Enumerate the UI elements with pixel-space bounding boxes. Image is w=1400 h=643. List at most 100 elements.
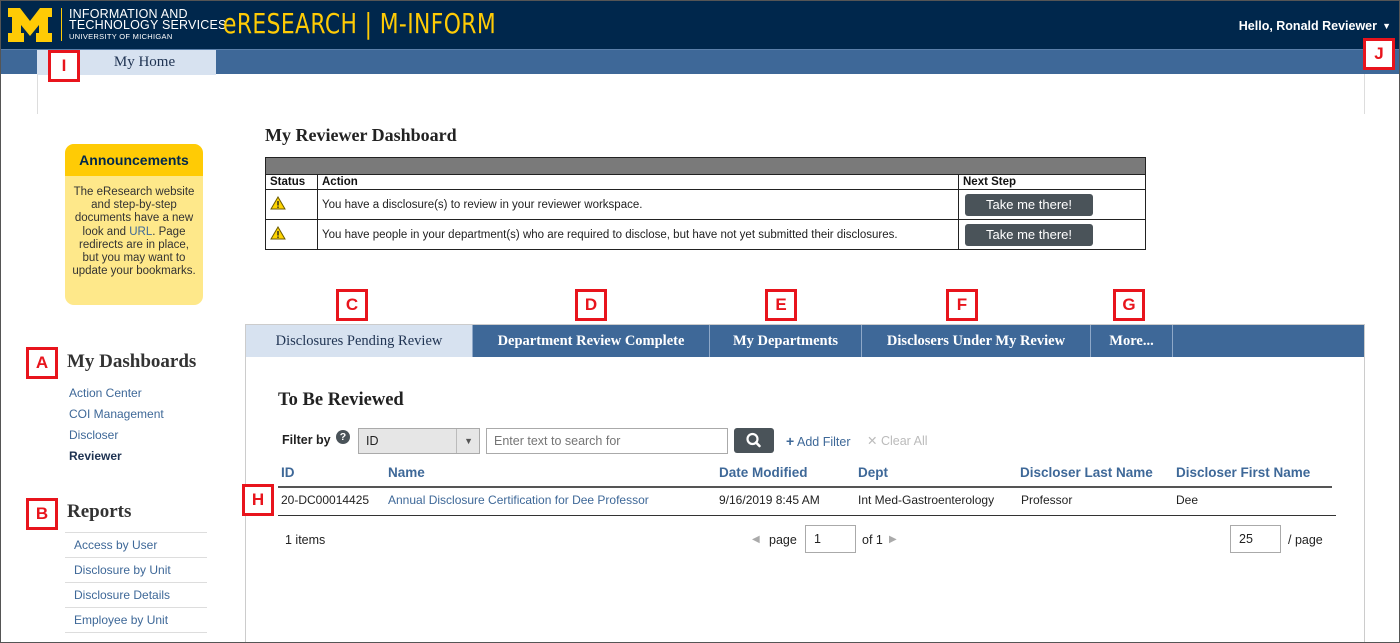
sidebar-link-reviewer[interactable]: Reviewer bbox=[69, 449, 122, 463]
my-dashboards-heading: My Dashboards bbox=[67, 351, 197, 372]
callout-marker-g: G bbox=[1113, 289, 1145, 321]
divider bbox=[278, 486, 1332, 488]
announcement-url-link[interactable]: URL bbox=[129, 226, 152, 238]
column-header-name[interactable]: Name bbox=[388, 465, 425, 480]
take-me-there-button[interactable]: Take me there! bbox=[965, 223, 1093, 246]
callout-marker-c: C bbox=[336, 289, 368, 321]
column-header-id[interactable]: ID bbox=[281, 465, 295, 480]
column-header-discloser-first-name[interactable]: Discloser First Name bbox=[1176, 465, 1310, 480]
row-discloser-last-name: Professor bbox=[1021, 493, 1073, 507]
column-header-discloser-last-name[interactable]: Discloser Last Name bbox=[1020, 465, 1153, 480]
callout-marker-d: D bbox=[575, 289, 607, 321]
chevron-left-icon[interactable]: ◀ bbox=[752, 534, 760, 545]
divider bbox=[278, 515, 1336, 516]
sidebar-link-coi-management[interactable]: COI Management bbox=[69, 407, 164, 421]
row-id: 20-DC00014425 bbox=[281, 493, 370, 507]
next-step-cell: Take me there! bbox=[958, 189, 1146, 220]
sidebar-link-action-center[interactable]: Action Center bbox=[69, 386, 142, 400]
warning-icon bbox=[270, 226, 286, 240]
page-frame: INFORMATION AND TECHNOLOGY SERVICES UNIV… bbox=[0, 0, 1400, 643]
warning-icon bbox=[270, 196, 286, 210]
page-total: of 1 bbox=[862, 533, 883, 547]
callout-marker-b: B bbox=[26, 498, 58, 530]
row-discloser-first-name: Dee bbox=[1176, 493, 1199, 507]
per-page-input[interactable]: 25 bbox=[1230, 525, 1281, 553]
workspace-panel: Disclosures Pending Review Department Re… bbox=[245, 324, 1365, 642]
to-be-reviewed-title: To Be Reviewed bbox=[278, 390, 404, 410]
callout-marker-f: F bbox=[946, 289, 978, 321]
table-header-bar bbox=[265, 157, 1146, 175]
plus-icon: + bbox=[786, 433, 795, 449]
status-cell bbox=[265, 189, 318, 220]
filter-field-select[interactable]: ID ▼ bbox=[358, 428, 480, 454]
divider bbox=[456, 429, 457, 453]
its-line2: TECHNOLOGY SERVICES bbox=[69, 18, 227, 32]
page-number-input[interactable]: 1 bbox=[805, 525, 856, 553]
reviewer-dashboard-title: My Reviewer Dashboard bbox=[265, 125, 457, 145]
callout-marker-e: E bbox=[765, 289, 797, 321]
action-text: You have people in your department(s) wh… bbox=[317, 219, 959, 250]
clear-all-button[interactable]: ✕ Clear All bbox=[867, 433, 928, 448]
column-header-dept[interactable]: Dept bbox=[858, 465, 888, 480]
callout-marker-a: A bbox=[26, 347, 58, 379]
per-page-label: / page bbox=[1288, 533, 1323, 547]
report-link-disclosure-details[interactable]: Disclosure Details bbox=[65, 583, 207, 608]
announcements-title: Announcements bbox=[65, 144, 203, 176]
content-border bbox=[1364, 74, 1365, 114]
report-link-employee-by-unit[interactable]: Employee by Unit bbox=[65, 608, 207, 633]
app-header: INFORMATION AND TECHNOLOGY SERVICES UNIV… bbox=[1, 1, 1399, 49]
report-link-disclosure-by-unit[interactable]: Disclosure by Unit bbox=[65, 558, 207, 583]
action-text: You have a disclosure(s) to review in yo… bbox=[317, 189, 959, 220]
row-name-link[interactable]: Annual Disclosure Certification for Dee … bbox=[388, 493, 649, 507]
tab-department-review-complete[interactable]: Department Review Complete bbox=[473, 325, 710, 357]
next-step-cell: Take me there! bbox=[958, 219, 1146, 250]
chevron-right-icon[interactable]: ▶ bbox=[889, 534, 897, 545]
row-dept: Int Med-Gastroenterology bbox=[858, 493, 995, 507]
tab-my-departments[interactable]: My Departments bbox=[710, 325, 862, 357]
logo-divider bbox=[61, 8, 62, 41]
column-header-next-step: Next Step bbox=[958, 174, 1146, 190]
clear-all-label: Clear All bbox=[880, 434, 928, 448]
reports-heading: Reports bbox=[67, 501, 132, 522]
table-row: You have a disclosure(s) to review in yo… bbox=[265, 189, 1146, 220]
top-nav: My Home bbox=[1, 49, 1399, 75]
help-icon[interactable]: ? bbox=[336, 430, 350, 444]
add-filter-button[interactable]: + Add Filter bbox=[786, 433, 850, 449]
tab-disclosures-pending-review[interactable]: Disclosures Pending Review bbox=[246, 325, 473, 357]
filter-select-value: ID bbox=[366, 434, 379, 448]
column-header-status: Status bbox=[265, 174, 318, 190]
table-row: You have people in your department(s) wh… bbox=[265, 219, 1146, 250]
callout-marker-j: J bbox=[1363, 38, 1395, 70]
add-filter-label: Add Filter bbox=[796, 435, 851, 449]
tab-more[interactable]: More... bbox=[1091, 325, 1173, 357]
close-icon: ✕ bbox=[867, 434, 878, 448]
chevron-down-icon: ▼ bbox=[464, 436, 473, 446]
announcements-box: Announcements The eResearch website and … bbox=[65, 144, 203, 305]
user-menu[interactable]: Hello, Ronald Reviewer bbox=[1239, 19, 1377, 33]
its-wordmark: INFORMATION AND TECHNOLOGY SERVICES UNIV… bbox=[69, 8, 227, 42]
its-line3: UNIVERSITY OF MICHIGAN bbox=[69, 32, 173, 41]
announcements-body: The eResearch website and step-by-step d… bbox=[65, 176, 203, 278]
search-icon bbox=[746, 432, 761, 448]
report-link-access-by-user[interactable]: Access by User bbox=[65, 533, 207, 558]
workspace-tabs: Disclosures Pending Review Department Re… bbox=[246, 325, 1364, 357]
row-date-modified: 9/16/2019 8:45 AM bbox=[719, 493, 820, 507]
status-cell bbox=[265, 219, 318, 250]
search-input[interactable] bbox=[486, 428, 728, 454]
callout-marker-h: H bbox=[242, 484, 274, 516]
filter-label: Filter by bbox=[282, 433, 331, 447]
sidebar-link-discloser[interactable]: Discloser bbox=[69, 428, 118, 442]
page-label: page bbox=[769, 533, 797, 547]
callout-marker-i: I bbox=[48, 50, 80, 82]
column-header-action: Action bbox=[317, 174, 959, 190]
items-count: 1 items bbox=[285, 533, 326, 547]
content-border bbox=[37, 74, 38, 114]
column-header-date-modified[interactable]: Date Modified bbox=[719, 465, 808, 480]
tab-disclosers-under-my-review[interactable]: Disclosers Under My Review bbox=[862, 325, 1091, 357]
chevron-down-icon[interactable]: ▼ bbox=[1382, 21, 1391, 31]
take-me-there-button[interactable]: Take me there! bbox=[965, 193, 1093, 216]
university-block-m-logo bbox=[8, 8, 52, 42]
app-title: eRESEARCH | M-INFORM bbox=[223, 7, 497, 40]
reviewer-dashboard-table: Status Action Next Step You have a discl… bbox=[265, 157, 1146, 250]
search-button[interactable] bbox=[734, 428, 774, 453]
